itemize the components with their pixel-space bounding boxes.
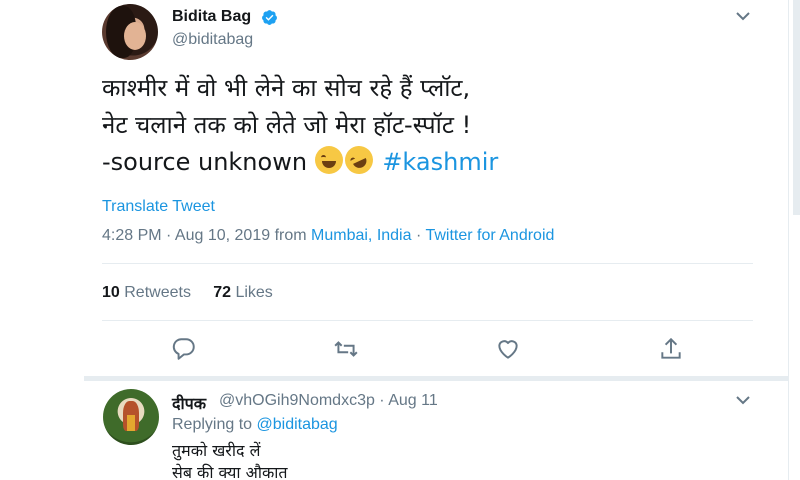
replying-to: Replying to @biditabag [172,416,338,434]
replying-to-link[interactable]: @biditabag [257,416,338,433]
hashtag-link[interactable]: #kashmir [382,148,498,176]
scrollbar[interactable] [793,0,800,215]
likes-label[interactable]: Likes [235,284,272,301]
reply-text-line: सेब की क्या औकात [172,463,288,480]
source-link[interactable]: Twitter for Android [425,227,554,244]
author-name[interactable]: Bidita Bag [172,8,251,26]
avatar[interactable] [102,4,158,60]
chevron-down-icon[interactable] [735,394,751,406]
tweet-stats: 10 Retweets 72 Likes [102,284,273,302]
column-border [788,0,789,480]
tweet-text-line: काश्मीर में वो भी लेने का सोच रहे हैं प्… [102,74,471,102]
tweet-text: काश्मीर में वो भी लेने का सोच रहे हैं प्… [102,70,752,181]
tweet-text-source: -source unknown [102,148,315,176]
retweets-label[interactable]: Retweets [124,284,191,301]
like-icon[interactable] [495,336,521,362]
replying-to-prefix: Replying to [172,416,257,433]
reply-text-line: तुमको खरीद लें [172,441,261,460]
tweet-timestamp[interactable]: 4:28 PM · Aug 10, 2019 from [102,227,311,244]
share-icon[interactable] [658,336,684,362]
rofl-emoji-icon [340,141,378,179]
reply-handle-time[interactable]: @vhOGih9Nomdxc3p · Aug 11 [219,392,438,410]
tears-of-joy-emoji-icon [314,146,343,174]
retweet-icon[interactable] [333,336,359,362]
reply-author-name[interactable]: दीपक [172,392,206,414]
reply-separator [84,376,789,381]
divider [102,320,753,321]
author-handle[interactable]: @biditabag [172,31,253,49]
divider [102,263,753,264]
retweet-count[interactable]: 10 [102,284,120,301]
tweet-metadata: 4:28 PM · Aug 10, 2019 from Mumbai, Indi… [102,227,554,245]
tweet-text-line: -source unknown #kashmir [102,141,752,181]
verified-badge-icon [262,10,277,25]
translate-tweet-link[interactable]: Translate Tweet [102,198,215,216]
like-count[interactable]: 72 [213,284,231,301]
reply-text: तुमको खरीद लें सेब की क्या औकात [172,440,288,480]
reply-avatar[interactable] [103,389,159,445]
reply-icon[interactable] [171,336,197,362]
chevron-down-icon[interactable] [735,10,751,22]
meta-separator: · [411,227,426,244]
location-link[interactable]: Mumbai, India [311,227,412,244]
tweet-text-line: नेट चलाने तक को लेते जो मेरा हॉट-स्पॉट ! [102,111,472,139]
